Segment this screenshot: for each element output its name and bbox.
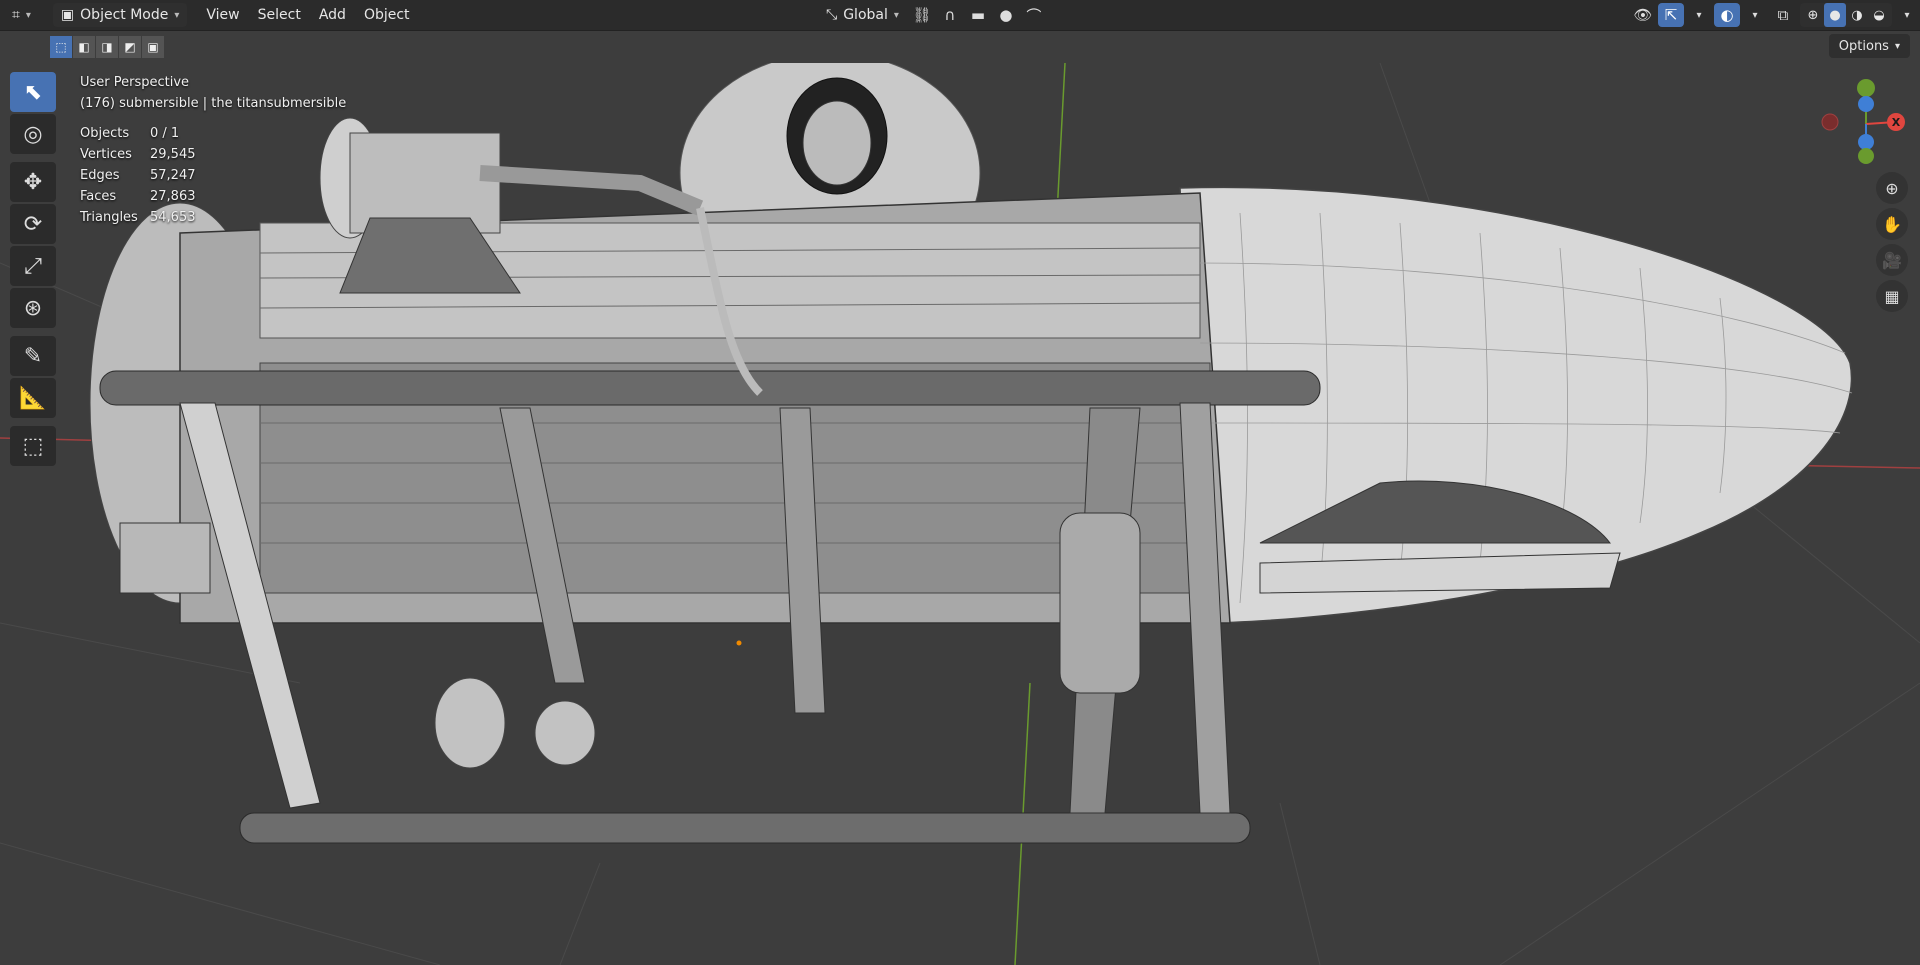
menu-select[interactable]: Select bbox=[249, 3, 310, 27]
stat-row: Objects 0 / 1 bbox=[80, 123, 346, 144]
move-icon[interactable]: ✥ bbox=[10, 162, 56, 202]
select-intersect-icon[interactable]: ▣ bbox=[142, 36, 164, 58]
stat-value: 0 / 1 bbox=[150, 126, 180, 141]
chevron-down-icon[interactable]: ▾ bbox=[1686, 3, 1712, 27]
scene-statistics: Objects 0 / 1 Vertices 29,545 Edges 57,2… bbox=[80, 123, 346, 228]
chevron-down-icon: ▾ bbox=[174, 9, 180, 21]
chevron-down-icon: ▾ bbox=[1894, 40, 1900, 52]
stat-label: Vertices bbox=[80, 147, 132, 162]
chevron-down-icon: ▾ bbox=[893, 9, 899, 21]
header-bar: ⌗ ▾ ▣ Object Mode ▾ View Select Add Objec… bbox=[0, 0, 1920, 31]
menu-object[interactable]: Object bbox=[355, 3, 419, 27]
mode-label: Object Mode bbox=[80, 7, 169, 23]
stat-label: Objects bbox=[80, 126, 130, 141]
rendered-shading-icon[interactable]: ◒ bbox=[1868, 3, 1890, 27]
stat-value: 57,247 bbox=[150, 168, 196, 183]
selection-mode-group: ⬚ ◧ ◨ ◩ ▣ bbox=[50, 36, 165, 58]
stat-label: Edges bbox=[80, 168, 120, 183]
shading-mode-group: ⊕ ● ◑ ◒ bbox=[1800, 3, 1892, 27]
zoom-icon[interactable]: ⊕ bbox=[1876, 172, 1908, 204]
cursor-icon[interactable]: ◎ bbox=[10, 114, 56, 154]
gizmo-neg-z-axis[interactable] bbox=[1858, 134, 1874, 150]
snap-icon[interactable]: ∩ bbox=[937, 3, 963, 27]
pan-hand-icon[interactable]: ✋ bbox=[1876, 208, 1908, 240]
editor-type-button[interactable]: ⌗ ▾ bbox=[4, 3, 39, 27]
material-shading-icon[interactable]: ◑ bbox=[1846, 3, 1868, 27]
annotate-icon[interactable]: ✎ bbox=[10, 336, 56, 376]
object-info: (176) submersible | the titansubmersible bbox=[80, 96, 347, 111]
menu-view[interactable]: View bbox=[197, 3, 248, 27]
gizmo-z-axis[interactable] bbox=[1858, 96, 1874, 112]
scale-icon[interactable]: ⤢ bbox=[10, 246, 56, 286]
stat-value: 54,653 bbox=[150, 210, 196, 225]
rotate-icon[interactable]: ⟳ bbox=[10, 204, 56, 244]
transform-controls: ⤡ Global ▾ ⛓ ∩ ▬ ● ⌒ bbox=[814, 3, 1047, 27]
object-mode-icon: ▣ bbox=[60, 7, 75, 23]
visibility-icon[interactable]: 👁 bbox=[1630, 3, 1656, 27]
select-subtract-icon[interactable]: ◨ bbox=[96, 36, 118, 58]
proportional-edit-icon[interactable]: ● bbox=[993, 3, 1019, 27]
navigation-controls: ⊕ ✋ 🎥 ▦ bbox=[1876, 172, 1908, 316]
stat-label: Triangles bbox=[80, 210, 138, 225]
falloff-icon[interactable]: ⌒ bbox=[1021, 3, 1047, 27]
gizmo-y-axis[interactable] bbox=[1857, 79, 1875, 97]
pivot-point-icon[interactable]: ⛓ bbox=[909, 3, 935, 27]
solid-shading-icon[interactable]: ● bbox=[1824, 3, 1846, 27]
select-invert-icon[interactable]: ◩ bbox=[119, 36, 141, 58]
select-box-icon[interactable]: ⬉ bbox=[10, 72, 56, 112]
orientation-icon: ⤡ bbox=[826, 7, 838, 23]
mode-dropdown[interactable]: ▣ Object Mode ▾ bbox=[52, 3, 188, 27]
stat-value: 27,863 bbox=[150, 189, 196, 204]
gizmo-x-label: X bbox=[1892, 116, 1901, 129]
viewport-display-controls: 👁 ⇱ ▾ ◐ ▾ ⧉ ⊕ ● ◑ ◒ ▾ bbox=[1628, 3, 1920, 27]
chevron-down-icon: ▾ bbox=[25, 9, 31, 21]
viewport-info-overlay: User Perspective (176) submersible | the… bbox=[80, 72, 346, 228]
grid-view-icon[interactable]: ▦ bbox=[1876, 280, 1908, 312]
measure-icon[interactable]: 📐 bbox=[10, 378, 56, 418]
stat-row: Edges 57,247 bbox=[80, 165, 346, 186]
gizmo-neg-x-axis[interactable] bbox=[1821, 113, 1839, 131]
select-extend-icon[interactable]: ◧ bbox=[73, 36, 95, 58]
wireframe-shading-icon[interactable]: ⊕ bbox=[1802, 3, 1824, 27]
view-name: User Perspective bbox=[80, 75, 190, 90]
options-dropdown[interactable]: Options ▾ bbox=[1828, 34, 1910, 58]
menu-add[interactable]: Add bbox=[310, 3, 355, 27]
add-cube-icon[interactable]: ⬚ bbox=[10, 426, 56, 466]
gizmo-neg-y-axis[interactable] bbox=[1858, 148, 1874, 164]
xray-toggle-icon[interactable]: ⧉ bbox=[1770, 3, 1796, 27]
stat-row: Vertices 29,545 bbox=[80, 144, 346, 165]
chevron-down-icon[interactable]: ▾ bbox=[1742, 3, 1768, 27]
transform-orientation-label: Global bbox=[843, 7, 888, 23]
editor-type-icon: ⌗ bbox=[12, 7, 20, 23]
overlays-toggle-icon[interactable]: ◐ bbox=[1714, 3, 1740, 27]
tool-settings-bar: ⬚ ◧ ◨ ◩ ▣ Options ▾ bbox=[0, 31, 1920, 63]
transform-icon[interactable]: ⊛ bbox=[10, 288, 56, 328]
snap-target-icon[interactable]: ▬ bbox=[965, 3, 991, 27]
stat-value: 29,545 bbox=[150, 147, 196, 162]
camera-icon[interactable]: 🎥 bbox=[1876, 244, 1908, 276]
options-label: Options bbox=[1838, 38, 1889, 54]
stat-row: Faces 27,863 bbox=[80, 186, 346, 207]
gizmo-toggle-icon[interactable]: ⇱ bbox=[1658, 3, 1684, 27]
tool-shelf: ⬉ ◎ ✥ ⟳ ⤢ ⊛ ✎ 📐 ⬚ bbox=[10, 72, 56, 468]
select-new-icon[interactable]: ⬚ bbox=[50, 36, 72, 58]
chevron-down-icon[interactable]: ▾ bbox=[1894, 3, 1920, 27]
stat-row: Triangles 54,653 bbox=[80, 207, 346, 228]
transform-orientation-dropdown[interactable]: ⤡ Global ▾ bbox=[818, 3, 907, 27]
navigation-gizmo[interactable]: X bbox=[1810, 78, 1906, 168]
stat-label: Faces bbox=[80, 189, 117, 204]
